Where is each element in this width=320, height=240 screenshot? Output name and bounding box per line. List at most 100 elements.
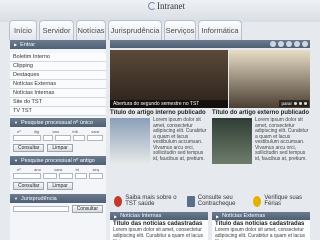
vara-input[interactable] (87, 135, 103, 141)
process-number-input[interactable] (13, 135, 41, 141)
search-unique-title: Pesquise processual nº único (20, 119, 93, 126)
main-content: Abertura do segundo semestre no TST para… (110, 40, 310, 240)
external-article-image[interactable] (212, 118, 252, 164)
slideshow-controls[interactable]: parar (279, 100, 309, 107)
payslip-link-label: Consulte seu Contracheque (197, 195, 236, 207)
juris-title: Jurisprudência (20, 195, 57, 202)
quick-links: Saiba mais sobre o TST saúde Consulte se… (110, 192, 310, 210)
menu-item[interactable]: TV TST (10, 107, 106, 116)
tab-servicos[interactable]: Serviços (164, 20, 196, 40)
heart-icon (114, 195, 123, 207)
internal-news-bar: ▶ Notícias Internas (110, 212, 208, 220)
year-input[interactable] (55, 135, 71, 141)
field-label: trt (75, 167, 80, 172)
login-bar[interactable]: ▶ Entrar (10, 40, 106, 49)
health-link-label: Saiba mais sobre o TST saúde (125, 195, 177, 207)
digit-input[interactable] (43, 135, 53, 141)
featured-news: Título do artigo interno publicado Lorem… (110, 110, 310, 192)
search-unique-form: nº dig ano trib vara Consultar Limpar (10, 127, 106, 154)
payslip-link[interactable]: Consulte seu Contracheque (186, 195, 254, 207)
old-trt-input[interactable] (75, 173, 87, 179)
arrow-right-icon: ▶ (216, 213, 220, 219)
arrow-right-icon: ▶ (14, 42, 18, 47)
juris-bar: ▼ Jurisprudência (10, 194, 106, 203)
photo-caption: Abertura do segundo semestre no TST (110, 100, 228, 108)
main-nav: Início Servidor Notícias Jurisprudência … (0, 20, 320, 40)
news-item-text: Lorem ipsum dolor sit amet, consectetur … (215, 227, 306, 240)
menu-item[interactable]: Notícias Internas (10, 89, 106, 98)
search-old-form: nº ano vara trt seq Consultar Limpar (10, 165, 106, 192)
external-news-bar-label: Notícias Externas (222, 213, 266, 219)
logo-text: Intranet (157, 1, 185, 11)
document-icon (186, 195, 195, 207)
search-old-bar: ▼ Pesquise processual nº antigo (10, 156, 106, 165)
external-news-bar: ▶ Notícias Externas (212, 212, 310, 220)
right-gutter (310, 40, 320, 240)
query-button[interactable]: Consultar (13, 144, 45, 152)
field-label: trib (72, 129, 78, 134)
secondary-photo: parar (229, 50, 310, 108)
search-unique-bar: ▼ Pesquise processual nº único (10, 118, 106, 127)
field-label: nº (17, 129, 21, 134)
menu-item[interactable]: Site do TST (10, 98, 106, 107)
juris-search-input[interactable] (13, 206, 69, 212)
arrow-down-icon: ▼ (14, 158, 18, 163)
tab-informatica[interactable]: Informática (198, 20, 242, 40)
menu-item[interactable]: Notícias Externas (10, 80, 106, 89)
juris-form: Consultar (10, 203, 106, 215)
font-size-icon[interactable] (278, 41, 284, 47)
slide-dot-icon[interactable] (294, 102, 297, 105)
toolbar-icons (270, 41, 308, 47)
print-icon[interactable] (270, 41, 276, 47)
internal-article: Título do artigo interno publicado Lorem… (110, 110, 208, 192)
login-label: Entrar (20, 41, 36, 48)
tab-noticias[interactable]: Notícias (76, 20, 106, 40)
smiley-icon (253, 195, 262, 207)
court-input[interactable] (73, 135, 85, 141)
internal-article-title[interactable]: Título do artigo interno publicado (110, 110, 208, 116)
menu-item[interactable]: Boletim Interno (10, 53, 106, 62)
header: Intranet (0, 0, 320, 22)
old-number-input[interactable] (13, 173, 41, 179)
field-label: ano (34, 167, 41, 172)
photo-banner[interactable]: Abertura do segundo semestre no TST para… (110, 50, 310, 108)
field-label: vara (91, 129, 99, 134)
external-article-title[interactable]: Título do artigo externo publicado (212, 110, 310, 116)
clear-button[interactable]: Limpar (47, 182, 73, 190)
news-item[interactable]: Título das notícias cadastradas Lorem ip… (212, 220, 310, 240)
external-article-text: Lorem ipsum dolor sit amet, consectetur … (255, 117, 309, 162)
rss-icon[interactable] (294, 41, 300, 47)
old-seq-input[interactable] (89, 173, 103, 179)
email-icon[interactable] (286, 41, 292, 47)
help-icon[interactable] (302, 41, 308, 47)
internal-article-image[interactable] (110, 118, 150, 164)
juris-query-button[interactable]: Consultar (71, 205, 103, 213)
slide-dot-icon[interactable] (299, 102, 302, 105)
field-label: vara (54, 167, 63, 172)
search-old-title: Pesquise processual nº antigo (20, 157, 95, 164)
vacation-link-label: Verifique suas Férias (264, 195, 303, 207)
old-year-input[interactable] (43, 173, 57, 179)
old-vara-input[interactable] (59, 173, 73, 179)
query-button[interactable]: Consultar (13, 182, 45, 190)
slide-dot-icon[interactable] (304, 102, 307, 105)
tab-servidor[interactable]: Servidor (39, 20, 74, 40)
tab-jurisprudencia[interactable]: Jurisprudência (108, 20, 162, 40)
pause-label[interactable]: parar (281, 101, 292, 106)
field-label: dig (33, 129, 40, 134)
health-link[interactable]: Saiba mais sobre o TST saúde (114, 195, 187, 207)
news-columns: ▶ Notícias Internas Título das notícias … (110, 212, 310, 240)
field-label: seq (92, 167, 99, 172)
logo[interactable]: Intranet (148, 1, 185, 11)
vacation-link[interactable]: Verifique suas Férias (253, 195, 306, 207)
arrow-down-icon: ▼ (14, 120, 18, 125)
page: Intranet Início Servidor Notícias Jurisp… (0, 0, 320, 240)
menu-item[interactable]: Clipping (10, 62, 106, 71)
clear-button[interactable]: Limpar (47, 144, 73, 152)
external-article: Título do artigo externo publicado Lorem… (212, 110, 310, 192)
news-item-text: Lorem ipsum dolor sit amet, consectetur … (113, 227, 204, 240)
news-item[interactable]: Título das notícias cadastradas Lorem ip… (110, 220, 208, 240)
arrow-down-icon: ▼ (14, 196, 18, 201)
menu-item[interactable]: Destaques (10, 71, 106, 80)
tab-inicio[interactable]: Início (9, 20, 37, 40)
